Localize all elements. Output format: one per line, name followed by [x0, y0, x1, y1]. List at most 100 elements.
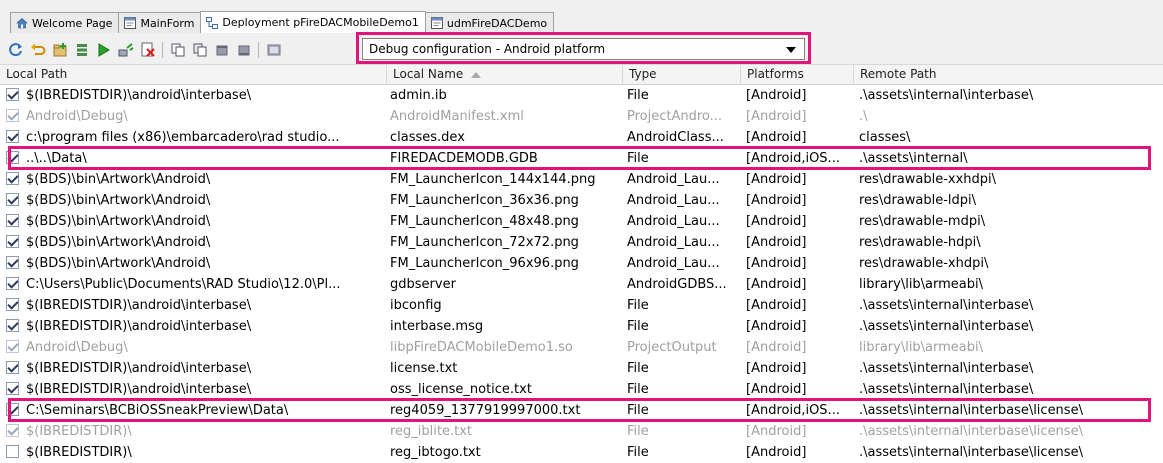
cell-local-path: $(BDS)\bin\Artwork\Android\: [26, 193, 211, 208]
row-checkbox[interactable]: [6, 193, 19, 206]
cell-local-name: interbase.msg: [390, 319, 484, 334]
cell-type: Android_Lau...: [627, 235, 720, 250]
cell-type: Android_Lau...: [627, 193, 720, 208]
row-checkbox[interactable]: [6, 214, 19, 227]
cell-platforms: [Android]: [746, 361, 807, 376]
table-row[interactable]: c:\program files (x86)\embarcadero\rad s…: [0, 127, 1163, 148]
cell-remote-path: .\assets\internal\: [859, 151, 968, 166]
cell-remote-path: .\assets\internal\interbase\license\: [859, 445, 1083, 460]
cell-local-name: FM_LauncherIcon_144x144.png: [390, 172, 596, 187]
cell-type: File: [627, 88, 649, 103]
table-row[interactable]: C:\Users\Public\Documents\RAD Studio\12.…: [0, 274, 1163, 295]
table-row[interactable]: C:\Seminars\BCBiOSSneakPreview\Data\ reg4…: [0, 400, 1163, 421]
row-checkbox[interactable]: [6, 130, 19, 143]
cell-remote-path: .\assets\internal\interbase\: [859, 88, 1034, 103]
row-checkbox[interactable]: [6, 151, 19, 164]
options-icon[interactable]: [266, 42, 282, 58]
move-down-icon[interactable]: [236, 42, 252, 58]
column-header-local-path[interactable]: Local Path: [0, 65, 386, 84]
table-row[interactable]: Android\Debug\ AndroidManifest.xml Project…: [0, 106, 1163, 127]
table-row[interactable]: $(IBREDISTDIR)\android\interbase\ oss_lic…: [0, 379, 1163, 400]
row-checkbox[interactable]: [6, 382, 19, 395]
cell-local-path: $(IBREDISTDIR)\android\interbase\: [26, 382, 252, 397]
column-label: Type: [629, 67, 657, 81]
cell-local-name: admin.ib: [390, 88, 447, 103]
column-header-remote-path[interactable]: Remote Path: [853, 65, 1163, 84]
row-checkbox[interactable]: [6, 361, 19, 374]
add-featured-files-icon[interactable]: [74, 42, 90, 58]
deploy-icon[interactable]: [96, 42, 112, 58]
table-row[interactable]: $(BDS)\bin\Artwork\Android\ FM_LauncherIc…: [0, 211, 1163, 232]
editor-tabs: Welcome Page MainForm Deployment pFireDA…: [10, 11, 555, 34]
editor-tab-bar: Welcome Page MainForm Deployment pFireDA…: [0, 0, 1163, 34]
cell-local-path: $(BDS)\bin\Artwork\Android\: [26, 172, 211, 187]
cell-remote-path: library\lib\armeabi\: [859, 340, 984, 355]
cell-type: File: [627, 403, 649, 418]
cell-type: File: [627, 151, 649, 166]
row-checkbox[interactable]: [6, 256, 19, 269]
toolbar-separator: [162, 42, 163, 58]
tab-deployment[interactable]: Deployment pFireDACMobileDemo1: [200, 11, 426, 33]
cell-platforms: [Android]: [746, 319, 807, 334]
revert-icon[interactable]: [30, 42, 46, 58]
cell-remote-path: res\drawable-hdpi\: [859, 235, 981, 250]
cell-type: File: [627, 298, 649, 313]
table-row[interactable]: $(IBREDISTDIR)\android\interbase\ ibconfi…: [0, 295, 1163, 316]
cell-type: Android_Lau...: [627, 172, 720, 187]
cell-type: AndroidGDBS...: [627, 277, 727, 292]
table-row[interactable]: $(IBREDISTDIR)\ reg_iblite.txt File [Androi…: [0, 421, 1163, 442]
row-checkbox[interactable]: [6, 298, 19, 311]
cell-platforms: [Android]: [746, 109, 807, 124]
cell-type: File: [627, 445, 649, 460]
table-row[interactable]: $(IBREDISTDIR)\ reg_ibtogo.txt File [Androi…: [0, 442, 1163, 463]
row-checkbox[interactable]: [6, 340, 19, 353]
cell-local-name: classes.dex: [390, 130, 465, 145]
row-checkbox[interactable]: [6, 277, 19, 290]
row-checkbox[interactable]: [6, 88, 19, 101]
cell-local-name: AndroidManifest.xml: [390, 109, 524, 124]
cell-platforms: [Android]: [746, 172, 807, 187]
cell-type: File: [627, 424, 649, 439]
cell-local-path: $(BDS)\bin\Artwork\Android\: [26, 256, 211, 271]
configuration-select[interactable]: Debug configuration - Android platform: [362, 38, 805, 60]
row-checkbox[interactable]: [6, 235, 19, 248]
table-row[interactable]: $(BDS)\bin\Artwork\Android\ FM_LauncherIc…: [0, 169, 1163, 190]
row-checkbox[interactable]: [6, 403, 19, 416]
row-checkbox[interactable]: [6, 424, 19, 437]
form-icon: [430, 17, 443, 29]
cell-platforms: [Android]: [746, 235, 807, 250]
table-row[interactable]: $(BDS)\bin\Artwork\Android\ FM_LauncherIc…: [0, 232, 1163, 253]
tab-mainform[interactable]: MainForm: [118, 12, 202, 33]
column-header-type[interactable]: Type: [622, 65, 740, 84]
paste-icon[interactable]: [192, 42, 208, 58]
table-row[interactable]: Android\Debug\ libpFireDACMobileDemo1.so P…: [0, 337, 1163, 358]
chevron-down-icon[interactable]: [786, 47, 796, 53]
cell-type: AndroidClass...: [627, 130, 724, 145]
table-row[interactable]: $(BDS)\bin\Artwork\Android\ FM_LauncherIc…: [0, 253, 1163, 274]
cell-type: ProjectAndro...: [627, 109, 723, 124]
move-up-icon[interactable]: [214, 42, 230, 58]
tab-udmfiredacdemo[interactable]: udmFireDACDemo: [424, 12, 555, 33]
row-checkbox[interactable]: [6, 172, 19, 185]
cell-local-path: $(BDS)\bin\Artwork\Android\: [26, 235, 211, 250]
remove-file-icon[interactable]: [140, 42, 156, 58]
row-checkbox[interactable]: [6, 109, 19, 122]
cell-local-name: FM_LauncherIcon_96x96.png: [390, 256, 579, 271]
table-row[interactable]: $(IBREDISTDIR)\android\interbase\ admin.i…: [0, 85, 1163, 106]
table-row[interactable]: $(IBREDISTDIR)\android\interbase\ license…: [0, 358, 1163, 379]
connect-icon[interactable]: [118, 42, 134, 58]
table-row[interactable]: $(BDS)\bin\Artwork\Android\ FM_LauncherIc…: [0, 190, 1163, 211]
table-row[interactable]: $(IBREDISTDIR)\android\interbase\ interba…: [0, 316, 1163, 337]
column-header-local-name[interactable]: Local Name: [386, 65, 622, 84]
cell-platforms: [Android]: [746, 382, 807, 397]
column-header-platforms[interactable]: Platforms: [740, 65, 853, 84]
cell-type: Android_Lau...: [627, 214, 720, 229]
tab-label: Welcome Page: [32, 16, 113, 30]
table-row[interactable]: ..\..\Data\ FIREDACDEMODB.GDB File [Android…: [0, 148, 1163, 169]
row-checkbox[interactable]: [6, 319, 19, 332]
refresh-icon[interactable]: [8, 42, 24, 58]
tab-welcome-page[interactable]: Welcome Page: [10, 12, 120, 33]
add-files-icon[interactable]: [52, 42, 68, 58]
row-checkbox[interactable]: [6, 445, 19, 458]
copy-icon[interactable]: [170, 42, 186, 58]
